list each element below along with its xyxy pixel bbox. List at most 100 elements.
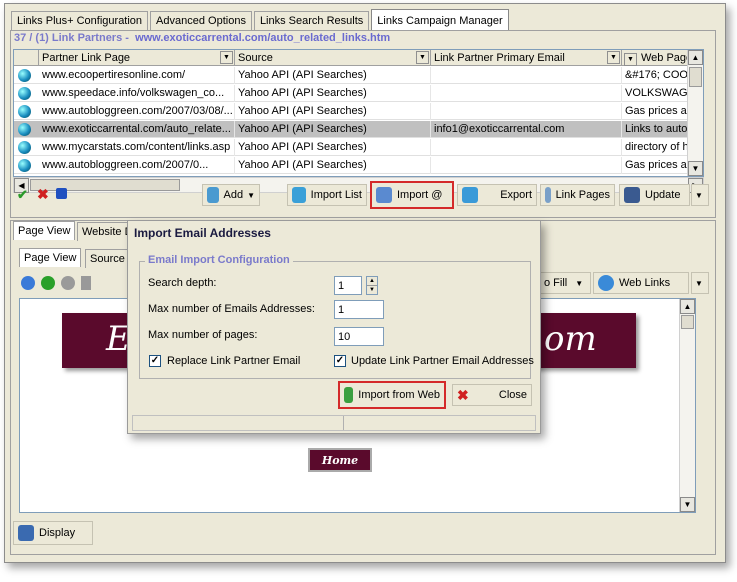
shield-icon[interactable] bbox=[56, 188, 67, 199]
legend-prefix: 37 / (1) Link Partners bbox=[14, 32, 123, 44]
table-cell-page: www.autobloggreen.com/2007/0... bbox=[39, 157, 235, 174]
table-cell-source: Yahoo API (API Searches) bbox=[235, 139, 431, 156]
email-import-legend: Email Import Configuration bbox=[145, 254, 293, 266]
table-row[interactable]: www.ecoopertiresonline.com/Yahoo API (AP… bbox=[14, 67, 703, 84]
table-cell-title: &#176; COOPI bbox=[622, 67, 689, 84]
table-cell-page: www.ecoopertiresonline.com/ bbox=[39, 67, 235, 84]
add-button[interactable]: Add ▼ bbox=[202, 184, 260, 206]
close-button[interactable]: ✖ Close bbox=[452, 384, 532, 406]
check-icon[interactable]: ✔ bbox=[17, 187, 28, 203]
column-header-partner-link-page[interactable]: Partner Link Page ▼ bbox=[39, 50, 235, 66]
globe-icon bbox=[18, 141, 31, 154]
update-dropdown-button[interactable]: ▼ bbox=[691, 184, 709, 206]
forward-icon[interactable] bbox=[61, 276, 75, 290]
scroll-down-icon[interactable]: ▼ bbox=[688, 161, 703, 176]
delete-icon[interactable]: ✖ bbox=[37, 186, 49, 203]
import-email-dialog: Import Email Addresses Email Import Conf… bbox=[127, 220, 541, 434]
inner-tab-page-view[interactable]: Page View bbox=[19, 248, 82, 267]
max-pages-label: Max number of pages: bbox=[148, 329, 258, 341]
tab-page-view[interactable]: Page View bbox=[13, 221, 76, 240]
dialog-status-bar bbox=[132, 415, 536, 431]
table-cell-source: Yahoo API (API Searches) bbox=[235, 85, 431, 102]
chevron-down-icon[interactable]: ▼ bbox=[416, 51, 429, 64]
table-cell-source: Yahoo API (API Searches) bbox=[235, 157, 431, 174]
table-cell-email bbox=[431, 85, 622, 102]
globe-icon bbox=[18, 69, 31, 82]
go-icon[interactable] bbox=[21, 276, 35, 290]
status-divider bbox=[343, 416, 344, 430]
preview-scrollbar[interactable]: ▲ ▼ bbox=[679, 299, 695, 512]
link-partners-grid: Partner Link Page ▼ Source ▼ Link Partner … bbox=[13, 49, 704, 177]
update-icon bbox=[624, 187, 640, 203]
table-cell-email: info1@exoticcarrental.com bbox=[431, 121, 622, 138]
chevron-down-icon: ▼ bbox=[575, 278, 584, 288]
table-row[interactable]: www.autobloggreen.com/2007/0... Yahoo API… bbox=[14, 157, 703, 174]
scroll-up-icon[interactable]: ▲ bbox=[688, 50, 703, 65]
chevron-down-icon[interactable]: ▼ bbox=[607, 51, 620, 64]
import-list-icon bbox=[292, 187, 306, 203]
globe-icon bbox=[18, 105, 31, 118]
home-link[interactable]: Home bbox=[308, 448, 372, 472]
import-at-button[interactable]: Import @ bbox=[370, 181, 454, 209]
legend-url: www.exoticcarrental.com/auto_related_lin… bbox=[135, 32, 391, 44]
replace-email-label: Replace Link Partner Email bbox=[167, 355, 301, 367]
tab-links-search-results[interactable]: Links Search Results bbox=[253, 11, 370, 31]
table-cell-source: Yahoo API (API Searches) bbox=[235, 67, 431, 84]
table-row[interactable]: www.autobloggreen.com/2007/03/08/... Yaho… bbox=[14, 103, 703, 120]
scroll-down-icon[interactable]: ▼ bbox=[680, 497, 695, 512]
import-list-button[interactable]: Import List bbox=[287, 184, 367, 206]
scroll-thumb[interactable] bbox=[689, 67, 702, 87]
display-button[interactable]: Display bbox=[13, 521, 93, 545]
max-emails-input[interactable] bbox=[334, 300, 384, 319]
scroll-thumb[interactable] bbox=[681, 315, 694, 329]
chevron-down-icon: ▼ bbox=[695, 278, 703, 288]
table-cell-source: Yahoo API (API Searches) bbox=[235, 121, 431, 138]
max-pages-input[interactable] bbox=[334, 327, 384, 346]
spin-up-icon[interactable]: ▲ bbox=[367, 277, 377, 286]
replace-email-checkbox[interactable]: ✓ bbox=[149, 355, 161, 367]
import-web-icon bbox=[344, 387, 354, 403]
web-links-button[interactable]: Web Links bbox=[593, 272, 689, 294]
table-row[interactable]: www.speedace.info/volkswagen_co... Yahoo … bbox=[14, 85, 703, 102]
table-cell-title: directory of he bbox=[622, 139, 689, 156]
column-header-source[interactable]: Source ▼ bbox=[235, 50, 431, 66]
dialog-title: Import Email Addresses bbox=[128, 221, 540, 245]
tab-advanced-options[interactable]: Advanced Options bbox=[150, 11, 252, 31]
import-from-web-button[interactable]: Import from Web bbox=[338, 381, 446, 409]
back-icon[interactable] bbox=[41, 276, 55, 290]
update-email-checkbox[interactable]: ✓ bbox=[334, 355, 346, 367]
globe-icon bbox=[18, 87, 31, 100]
table-cell-page: www.exoticcarrental.com/auto_relate... bbox=[39, 121, 235, 138]
table-cell-page: www.mycarstats.com/content/links.asp bbox=[39, 139, 235, 156]
update-button[interactable]: Update bbox=[619, 184, 690, 206]
close-icon: ✖ bbox=[457, 386, 469, 403]
table-row[interactable]: www.mycarstats.com/content/links.asp Yaho… bbox=[14, 139, 703, 156]
auto-fill-button[interactable]: o Fill ▼ bbox=[539, 272, 591, 294]
table-cell-title: Links to auto r bbox=[622, 121, 689, 138]
table-cell-email bbox=[431, 139, 622, 156]
search-depth-input[interactable] bbox=[334, 276, 362, 295]
search-depth-spinner[interactable]: ▲ ▼ bbox=[366, 276, 378, 295]
page-icon[interactable] bbox=[81, 276, 91, 290]
display-icon bbox=[18, 525, 34, 541]
column-header-web-page-title[interactable]: ▼ Web Page Titl bbox=[622, 50, 703, 66]
banner-text-right: om bbox=[544, 319, 597, 359]
globe-icon bbox=[18, 159, 31, 172]
chevron-down-icon[interactable]: ▼ bbox=[624, 53, 637, 66]
grid-vertical-scrollbar[interactable]: ▲ ▼ bbox=[687, 50, 703, 176]
web-links-dropdown[interactable]: ▼ bbox=[691, 272, 709, 294]
table-row[interactable]: www.exoticcarrental.com/auto_relate... Ya… bbox=[14, 121, 703, 138]
tab-links-plus-configuration[interactable]: Links Plus+ Configuration bbox=[11, 11, 149, 31]
inner-tab-source[interactable]: Source bbox=[85, 249, 130, 268]
add-icon bbox=[207, 187, 219, 203]
table-cell-source: Yahoo API (API Searches) bbox=[235, 103, 431, 120]
link-pages-button[interactable]: Link Pages bbox=[540, 184, 615, 206]
chevron-down-icon[interactable]: ▼ bbox=[220, 51, 233, 64]
export-button[interactable]: Export bbox=[457, 184, 537, 206]
table-cell-email bbox=[431, 157, 622, 174]
column-header-email[interactable]: Link Partner Primary Email ▼ bbox=[431, 50, 622, 66]
grid-header-icon-col bbox=[14, 50, 39, 66]
spin-down-icon[interactable]: ▼ bbox=[367, 286, 377, 294]
tab-links-campaign-manager[interactable]: Links Campaign Manager bbox=[371, 9, 509, 30]
scroll-up-icon[interactable]: ▲ bbox=[680, 299, 695, 314]
